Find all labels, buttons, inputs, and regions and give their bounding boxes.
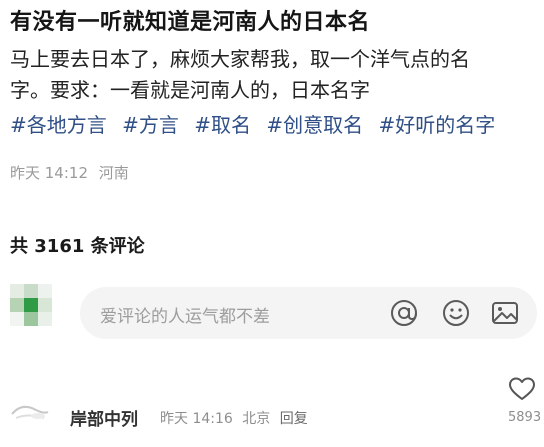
user-avatar[interactable] [10,284,52,326]
tag-link[interactable]: #创意取名 [266,113,363,137]
post-detail-page: 有没有一听就知道是河南人的日本名 马上要去日本了，麻烦大家帮我，取一个洋气点的名… [0,0,544,447]
comment-placeholder: 爱评论的人运气都不差 [100,307,270,327]
post-body-line: 字。要求：一看就是河南人的，日本名字 [10,78,370,102]
at-icon[interactable] [389,298,419,328]
heart-outline-icon[interactable] [508,376,536,402]
post-title: 有没有一听就知道是河南人的日本名 [10,10,371,35]
image-icon[interactable] [490,298,520,328]
tag-list: #各地方言 #方言 #取名 #创意取名 #好听的名字 [10,110,504,141]
emoji-icon[interactable] [441,298,471,328]
comment-count: 共 3161 条评论 [10,236,145,257]
commenter-name[interactable]: 岸部中列 [70,405,138,430]
comment-time: 昨天 14:16 [160,411,233,427]
post-location: 河南 [98,164,129,182]
comment-location: 北京 [242,411,271,427]
tag-link[interactable]: #取名 [194,113,251,137]
post-date: 昨天 14:12 [10,164,88,182]
tag-link[interactable]: #各地方言 [10,113,107,137]
post-meta: 昨天 14:12 河南 [10,162,135,183]
tag-link[interactable]: #好听的名字 [379,113,496,137]
reply-button[interactable]: 回复 [280,411,308,427]
post-body: 马上要去日本了，麻烦大家帮我，取一个洋气点的名 字。要求：一看就是河南人的，日本… [10,44,530,106]
tag-link[interactable]: #方言 [122,113,179,137]
like-count: 5893 [508,410,542,425]
post-body-line: 马上要去日本了，麻烦大家帮我，取一个洋气点的名 [10,47,470,71]
comment-meta: 昨天 14:16 北京 回复 [160,408,313,428]
comment-input[interactable]: 爱评论的人运气都不差 [80,287,537,339]
commenter-avatar[interactable] [8,380,50,422]
